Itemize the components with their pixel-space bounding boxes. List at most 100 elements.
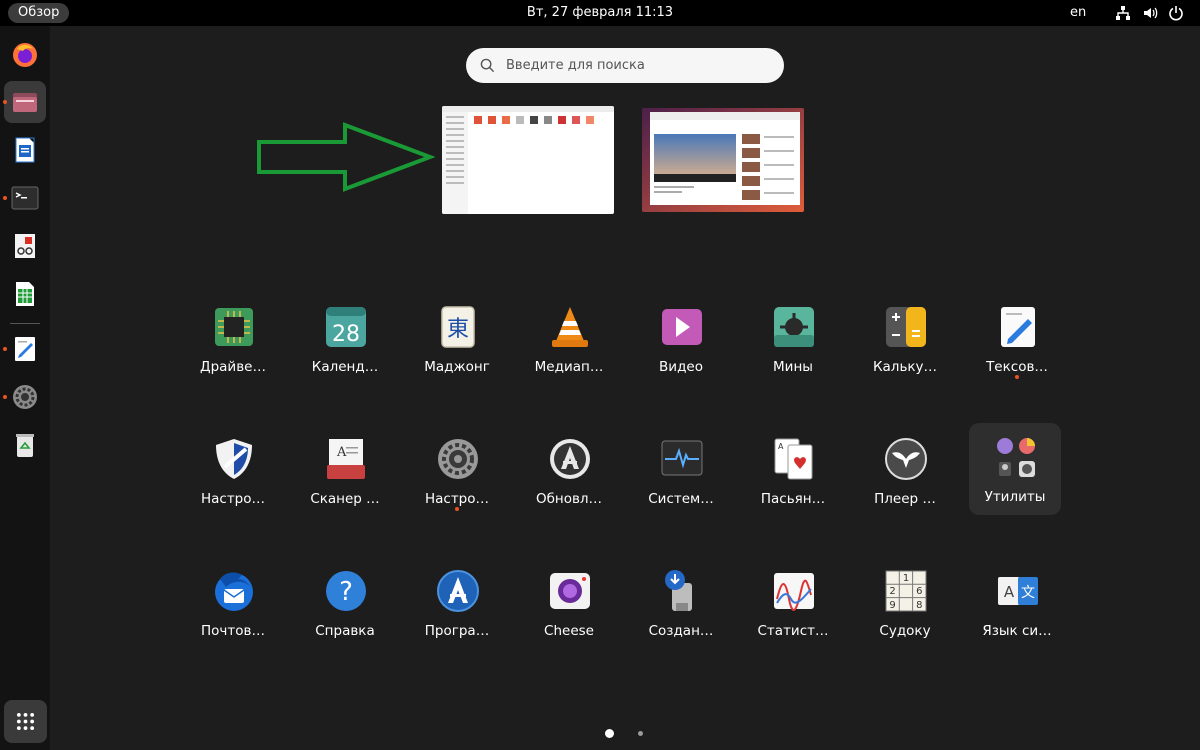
app-label: Cheese [544,623,594,639]
app-settings[interactable]: Настро… [411,425,503,517]
power-icon[interactable] [1168,5,1184,21]
cards-icon: A [774,438,813,480]
app-settings-security[interactable]: Настро… [187,425,279,517]
app-label: Статист… [757,623,829,639]
search-icon [480,58,495,73]
sudoku-cell: 9 [889,600,895,611]
show-apps-button[interactable] [4,700,47,743]
volume-icon[interactable] [1142,5,1158,21]
app-usb-creator[interactable]: Создан… [635,557,727,649]
app-help[interactable]: ? Справка [299,557,391,649]
scanner-icon: A [327,439,365,479]
cheese-icon [550,573,590,609]
language-glyph-cjk: 文 [1021,585,1035,601]
browser-window-preview [642,108,804,212]
app-label: Медиап… [534,359,604,375]
updater-icon [550,439,590,479]
calendar-day: 28 [332,322,360,347]
app-rhythmbox[interactable]: Плеер … [859,425,951,517]
app-mahjong[interactable]: 東 Маджонг [411,293,503,385]
sudoku-cell: 1 [903,573,909,584]
thunderbird-icon [215,572,253,611]
app-center[interactable]: Програ… [411,557,503,649]
svg-text:A: A [336,445,347,460]
dock [0,26,50,750]
app-label: Кальку… [872,359,938,375]
app-sudoku[interactable]: 1 2 6 9 8 Судоку [859,557,951,649]
dock-item-trash[interactable] [4,424,46,466]
dock-separator [10,323,40,324]
app-label: Настро… [424,491,490,507]
app-folder-utilities[interactable]: Утилиты [969,423,1061,515]
dock-item-files[interactable] [3,81,46,123]
app-label: Драйве… [200,359,266,375]
dock-item-writer[interactable] [4,129,46,171]
app-mines[interactable]: Мины [747,293,839,385]
app-label: Маджонг [424,359,490,375]
app-language-support[interactable]: A 文 Язык си… [971,557,1063,649]
settings-icon [438,439,478,479]
app-cheese[interactable]: Cheese [523,557,615,649]
network-icon[interactable] [1115,5,1131,21]
app-video[interactable]: Видео [635,293,727,385]
dock-item-firefox[interactable] [4,34,46,76]
app-drivers[interactable]: Драйве… [187,293,279,385]
app-label: Почтов… [201,623,265,639]
app-updater[interactable]: Обновл… [523,425,615,517]
green-arrow-annotation [257,122,435,192]
app-solitaire[interactable]: A Пасьян… [747,425,839,517]
spreadsheet-icon [16,282,34,306]
clock[interactable]: Вт, 27 февраля 11:13 [527,5,673,20]
text-editor-icon [1001,307,1035,347]
app-label: Обновл… [535,491,603,507]
dock-item-terminal[interactable] [3,177,46,219]
dock-item-settings[interactable] [3,376,46,418]
app-system-monitor[interactable]: Систем… [635,425,727,517]
app-label: Видео [659,359,703,375]
app-scanner[interactable]: A Сканер … [299,425,391,517]
running-indicator [3,100,7,104]
trash-icon [16,434,34,457]
app-label: Пасьян… [760,491,826,507]
app-label: Судоку [879,623,931,639]
app-vlc[interactable]: Медиап… [523,293,615,385]
app-label: Создан… [648,623,714,639]
rhythmbox-icon [885,438,927,480]
language-indicator[interactable]: en [1070,0,1086,26]
search-bar[interactable] [466,48,784,83]
app-statistics[interactable]: Статист… [747,557,839,649]
app-label: Тексов… [986,359,1048,375]
page-indicator-1[interactable] [605,729,614,738]
search-input[interactable] [506,48,766,83]
app-label: Настро… [200,491,266,507]
dock-item-text-editor[interactable] [3,328,46,370]
app-calendar[interactable]: 28 Календ… [299,293,391,385]
vlc-icon [552,307,588,347]
activities-button[interactable]: Обзор [8,3,70,23]
calculator-icon [886,307,926,347]
statistics-icon [774,573,814,612]
top-bar: Обзор Вт, 27 февраля 11:13 en [0,0,1200,26]
window-thumbnail-browser[interactable] [642,108,804,212]
app-label: Програ… [424,623,490,639]
mahjong-glyph: 東 [447,317,469,342]
app-calculator[interactable]: Кальку… [859,293,951,385]
sudoku-cell: 8 [916,600,922,611]
settings-icon [13,385,37,409]
app-label: Плеер … [874,491,936,507]
running-indicator [3,196,7,200]
app-text-editor[interactable]: Тексов… [971,293,1063,385]
app-thunderbird[interactable]: Почтов… [187,557,279,649]
window-thumbnail-files[interactable] [442,106,614,214]
app-label: Утилиты [984,489,1046,505]
shield-icon [216,439,252,479]
svg-text:A: A [778,442,784,451]
dock-item-document-viewer[interactable] [4,225,46,267]
video-icon [662,309,702,345]
mahjong-icon: 東 [441,306,475,348]
language-icon: A 文 [998,577,1038,605]
dock-item-calc[interactable] [4,273,46,315]
page-indicator-2[interactable] [638,731,643,736]
files-window-preview [442,106,614,214]
app-label: Мины [773,359,813,375]
